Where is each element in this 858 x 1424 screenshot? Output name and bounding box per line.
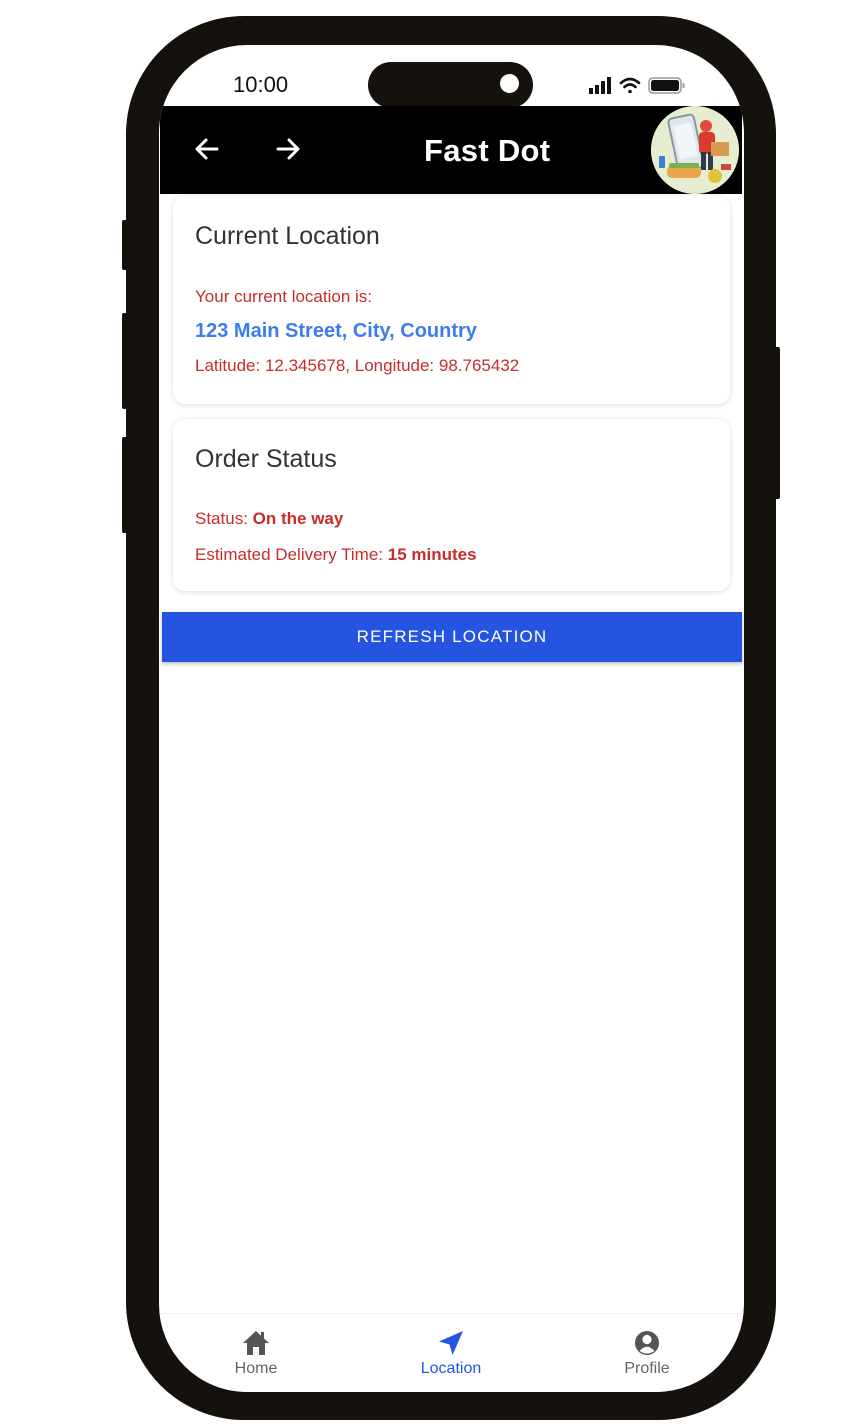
- order-status-line: Status: On the way: [195, 509, 343, 529]
- eta-line: Estimated Delivery Time: 15 minutes: [195, 545, 477, 565]
- nav-tab-profile[interactable]: Profile: [587, 1328, 707, 1378]
- home-icon: [243, 1331, 269, 1355]
- dynamic-island: [368, 62, 533, 108]
- app-screen: 10:00 Fast Dot Current Location Your cur…: [159, 45, 744, 1392]
- order-status-card: Order Status Status: On the way Estimate…: [173, 419, 730, 591]
- nav-tab-location[interactable]: Location: [391, 1328, 511, 1378]
- nav-label-location: Location: [420, 1360, 482, 1377]
- power-button: [774, 347, 780, 499]
- volume-up-button: [122, 313, 128, 409]
- mute-switch: [122, 220, 128, 270]
- location-intro-text: Your current location is:: [195, 287, 373, 306]
- location-coordinates: Latitude: 12.345678, Longitude: 98.76543…: [195, 356, 520, 375]
- camera-dot: [500, 74, 519, 93]
- navigation-arrow-icon: [439, 1331, 463, 1355]
- current-location-card: Current Location Your current location i…: [173, 196, 730, 404]
- arrow-right-icon[interactable]: [271, 132, 305, 166]
- bottom-nav: Home Location Profile: [159, 1313, 744, 1392]
- status-bar: 10:00: [159, 45, 744, 108]
- profile-icon: [635, 1331, 659, 1355]
- volume-down-button: [122, 437, 128, 533]
- status-value: On the way: [252, 509, 344, 528]
- eta-value: 15 minutes: [387, 545, 477, 564]
- order-status-title: Order Status: [195, 445, 337, 473]
- refresh-location-button[interactable]: REFRESH LOCATION: [162, 612, 742, 662]
- nav-label-home: Home: [234, 1360, 278, 1377]
- eta-label: Estimated Delivery Time:: [195, 545, 388, 564]
- app-title: Fast Dot: [424, 133, 551, 168]
- battery-icon: [648, 77, 685, 94]
- current-address: 123 Main Street, City, Country: [195, 320, 477, 342]
- wifi-icon: [619, 77, 641, 94]
- status-time: 10:00: [233, 72, 289, 97]
- signal-icon: [589, 77, 611, 94]
- arrow-left-icon[interactable]: [190, 132, 224, 166]
- status-icons: [589, 74, 689, 96]
- delivery-logo[interactable]: [651, 106, 739, 194]
- app-bar: Fast Dot: [160, 106, 742, 194]
- current-location-title: Current Location: [195, 222, 380, 250]
- status-label: Status:: [195, 509, 253, 528]
- nav-label-profile: Profile: [624, 1360, 670, 1377]
- nav-tab-home[interactable]: Home: [196, 1328, 316, 1378]
